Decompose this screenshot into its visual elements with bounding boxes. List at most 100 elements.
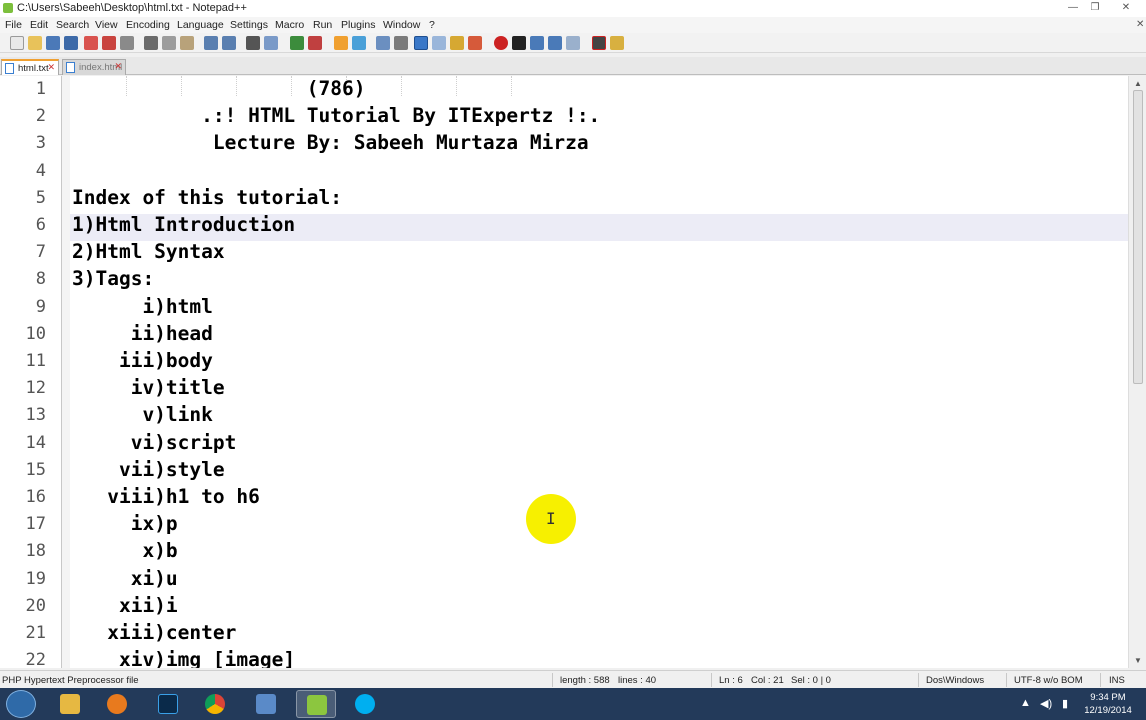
start-button[interactable]: [6, 690, 36, 718]
menu-window[interactable]: Window: [383, 19, 420, 31]
redo-icon[interactable]: [222, 36, 236, 50]
line-number: 13: [25, 405, 46, 426]
menu-file[interactable]: File: [5, 19, 22, 31]
menu-plugins[interactable]: Plugins: [341, 19, 375, 31]
code-line[interactable]: viii)h1 to h6: [72, 485, 260, 508]
tab-index-html[interactable]: index.html ✕: [62, 59, 126, 75]
code-line[interactable]: vi)script: [72, 431, 237, 454]
code-line[interactable]: Index of this tutorial:: [72, 186, 342, 209]
code-line[interactable]: (786): [72, 77, 366, 100]
record-macro-icon[interactable]: [494, 36, 508, 50]
menu-run[interactable]: Run: [313, 19, 332, 31]
taskbar-network-tool[interactable]: [246, 690, 286, 718]
save-icon[interactable]: [46, 36, 60, 50]
code-line[interactable]: i)html: [72, 295, 212, 318]
document-map-icon[interactable]: [450, 36, 464, 50]
code-line[interactable]: Lecture By: Sabeeh Murtaza Mirza: [72, 131, 589, 154]
code-line[interactable]: iii)body: [72, 349, 213, 372]
code-line[interactable]: ii)head: [72, 322, 213, 345]
copy-icon[interactable]: [162, 36, 176, 50]
close-all-icon[interactable]: [102, 36, 116, 50]
indent-guide-icon[interactable]: [414, 36, 428, 50]
status-eol: Dos\Windows: [926, 675, 985, 686]
sync-horizontal-icon[interactable]: [352, 36, 366, 50]
code-line[interactable]: iv)title: [72, 376, 225, 399]
menu-search[interactable]: Search: [56, 19, 89, 31]
status-lines: lines : 40: [618, 675, 657, 686]
tab-html-txt[interactable]: html.txt ✕: [1, 59, 59, 75]
replace-icon[interactable]: [264, 36, 278, 50]
code-line[interactable]: xiii)center: [72, 621, 236, 644]
taskbar-file-explorer[interactable]: [50, 690, 90, 718]
scroll-up-icon[interactable]: ▲: [1134, 79, 1142, 88]
close-file-icon[interactable]: [84, 36, 98, 50]
cut-icon[interactable]: [144, 36, 158, 50]
taskbar-skype[interactable]: [345, 690, 385, 718]
menu-language[interactable]: Language: [177, 19, 224, 31]
stop-macro-icon[interactable]: [512, 36, 526, 50]
show-all-characters-icon[interactable]: [394, 36, 408, 50]
menu-edit[interactable]: Edit: [30, 19, 48, 31]
new-file-icon[interactable]: [10, 36, 24, 50]
code-line[interactable]: 1)Html Introduction: [72, 213, 295, 236]
code-line[interactable]: x)b: [72, 539, 177, 562]
taskbar-notepad-plus-plus[interactable]: [296, 690, 336, 718]
open-file-icon[interactable]: [28, 36, 42, 50]
menu-settings[interactable]: Settings: [230, 19, 268, 31]
tab-close-icon[interactable]: ✕: [114, 61, 122, 72]
volume-icon[interactable]: ◀): [1040, 697, 1052, 710]
spell-check-options-icon[interactable]: [610, 36, 624, 50]
maximize-button[interactable]: ❐: [1086, 1, 1104, 14]
line-number: 1: [35, 79, 46, 99]
tab-close-icon[interactable]: ✕: [47, 62, 55, 73]
paste-icon[interactable]: [180, 36, 194, 50]
editor-area[interactable]: 1 2 3 4 5 6 7 8 9 10 11 12 13 14 15 16 17 18 19 20 21 22 (786…: [0, 76, 1146, 668]
taskbar-media-player[interactable]: [97, 690, 137, 718]
code-line[interactable]: v)link: [72, 403, 212, 426]
menu-macro[interactable]: Macro: [275, 19, 304, 31]
zoom-in-icon[interactable]: [290, 36, 304, 50]
code-line[interactable]: xiv)img [image]: [72, 648, 295, 668]
find-icon[interactable]: [246, 36, 260, 50]
photoshop-icon: [158, 694, 178, 714]
document-close-icon[interactable]: ✕: [1136, 19, 1144, 30]
code-line[interactable]: vii)style: [72, 458, 225, 481]
minimize-button[interactable]: —: [1064, 1, 1082, 14]
save-all-icon[interactable]: [64, 36, 78, 50]
close-button[interactable]: ✕: [1112, 1, 1140, 14]
title-bar: C:\Users\Sabeeh\Desktop\html.txt - Notep…: [0, 0, 1146, 17]
menu-help[interactable]: ?: [429, 19, 435, 31]
zoom-out-icon[interactable]: [308, 36, 322, 50]
scrollbar-thumb[interactable]: [1133, 90, 1143, 384]
taskbar-photoshop[interactable]: [148, 690, 188, 718]
network-status-icon[interactable]: ▮: [1062, 697, 1068, 710]
code-line[interactable]: .:! HTML Tutorial By ITExpertz !:.: [72, 104, 600, 127]
sync-vertical-icon[interactable]: [334, 36, 348, 50]
taskbar-chrome[interactable]: [195, 690, 235, 718]
undo-icon[interactable]: [204, 36, 218, 50]
code-line[interactable]: xi)u: [72, 567, 178, 590]
status-sel: Sel : 0 | 0: [791, 675, 831, 686]
save-macro-icon[interactable]: [566, 36, 580, 50]
code-line[interactable]: 2)Html Syntax: [72, 240, 225, 263]
code-line[interactable]: ix)p: [72, 512, 178, 535]
menu-encoding[interactable]: Encoding: [126, 19, 170, 31]
status-bar: PHP Hypertext Preprocessor file length :…: [0, 670, 1146, 688]
spell-check-icon[interactable]: [592, 36, 606, 50]
tray-show-hidden-icon[interactable]: ▲: [1020, 697, 1031, 709]
user-language-icon[interactable]: [432, 36, 446, 50]
print-icon[interactable]: [120, 36, 134, 50]
vertical-scrollbar[interactable]: ▲ ▼: [1128, 76, 1146, 668]
scroll-down-icon[interactable]: ▼: [1134, 656, 1142, 665]
function-list-icon[interactable]: [468, 36, 482, 50]
line-number: 5: [35, 187, 46, 208]
play-macro-icon[interactable]: [530, 36, 544, 50]
fold-margin[interactable]: [62, 76, 70, 668]
code-line[interactable]: 3)Tags:: [72, 267, 154, 290]
code-line[interactable]: xii)i: [72, 594, 178, 617]
menu-view[interactable]: View: [95, 19, 118, 31]
run-macro-multiple-icon[interactable]: [548, 36, 562, 50]
taskbar-clock[interactable]: 9:34 PM 12/19/2014: [1080, 691, 1136, 717]
status-col: Col : 21: [751, 675, 784, 686]
word-wrap-icon[interactable]: [376, 36, 390, 50]
